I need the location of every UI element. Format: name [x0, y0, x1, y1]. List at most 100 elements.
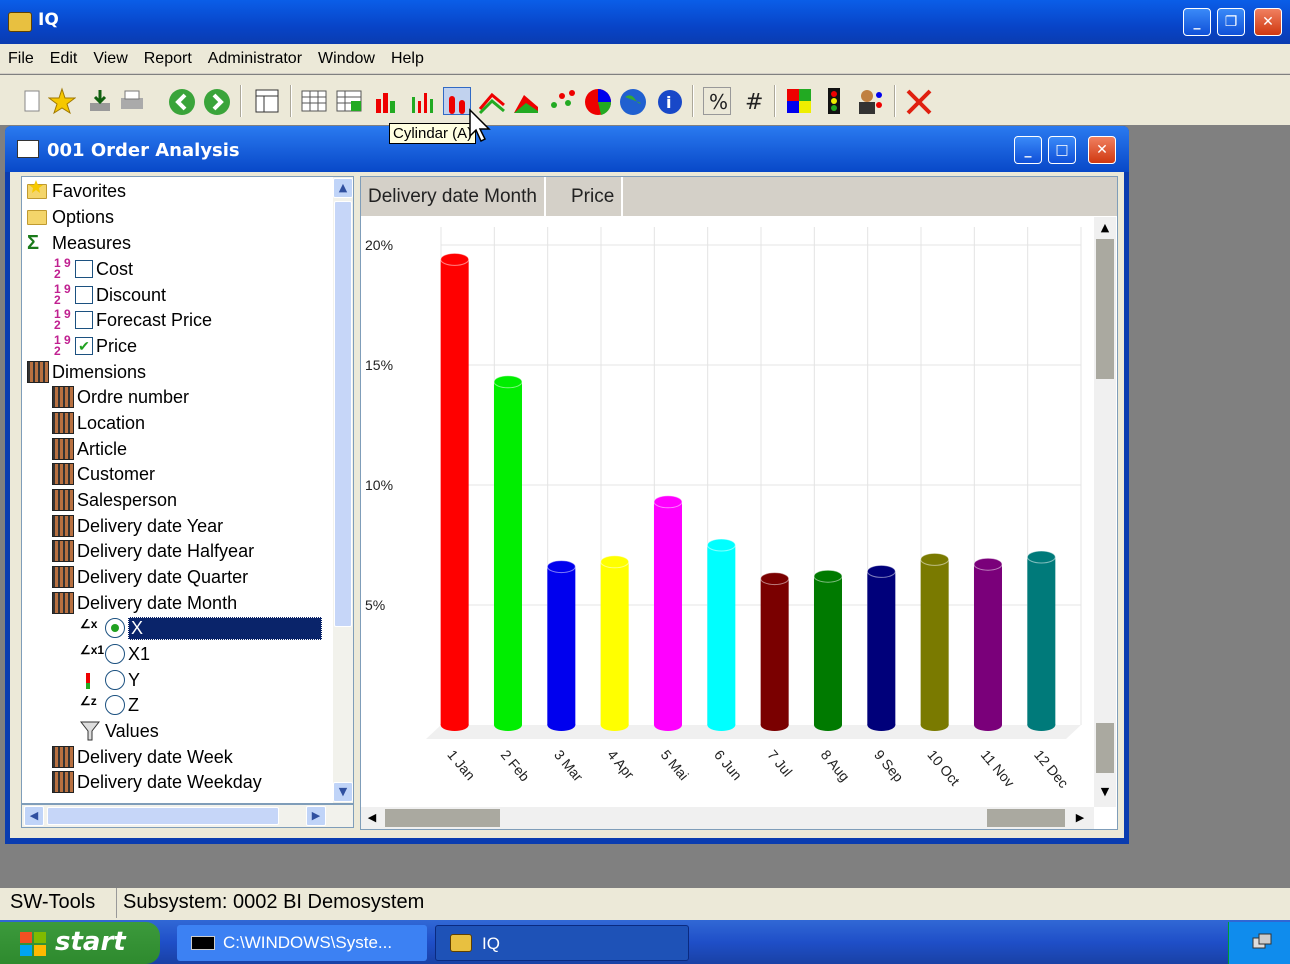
- forward-icon[interactable]: [202, 87, 230, 115]
- percent-icon[interactable]: %: [703, 87, 731, 115]
- menu-help[interactable]: Help: [383, 44, 432, 74]
- minimize-button[interactable]: _: [1183, 8, 1211, 36]
- axis-z-radio[interactable]: [105, 695, 125, 715]
- dimension-icon: [52, 489, 74, 511]
- traffic-light-icon[interactable]: [820, 87, 848, 115]
- scroll-left-button[interactable]: ◀: [24, 806, 44, 826]
- globe-icon[interactable]: [618, 87, 646, 115]
- delete-icon[interactable]: [904, 87, 932, 115]
- axis-label: X: [128, 616, 322, 640]
- dimension-tree[interactable]: Favorites Options Σ Measures 1 9 2 Cost 1 9…: [21, 176, 354, 804]
- dimension-item[interactable]: Article: [52, 437, 127, 461]
- y-tick-label: 5%: [365, 597, 385, 613]
- tree-scroll-thumb[interactable]: [334, 201, 352, 627]
- menu-administrator[interactable]: Administrator: [200, 44, 310, 74]
- area-chart-icon[interactable]: [512, 87, 540, 115]
- cylinder-bar-7: [760, 578, 789, 725]
- tree-hscroll-thumb[interactable]: [47, 807, 279, 825]
- chart-scroll-right-button[interactable]: ▶: [1071, 809, 1089, 827]
- tree-vertical-scrollbar[interactable]: ▲ ▼: [333, 177, 353, 803]
- dimension-item[interactable]: Delivery date Year: [52, 514, 223, 538]
- chart-scroll-left-button[interactable]: ◀: [363, 809, 381, 827]
- menu-edit[interactable]: Edit: [42, 44, 86, 74]
- tree-options[interactable]: Options: [27, 205, 114, 229]
- values-item[interactable]: Values: [79, 719, 159, 743]
- chart-scroll-down-button[interactable]: ▼: [1096, 783, 1114, 801]
- scroll-right-button[interactable]: ▶: [306, 806, 326, 826]
- cylinder-chart-icon[interactable]: [443, 87, 471, 115]
- info-icon[interactable]: i: [655, 87, 683, 115]
- new-icon[interactable]: [18, 87, 46, 115]
- dimension-item[interactable]: Ordre number: [52, 385, 189, 409]
- back-icon[interactable]: [167, 87, 195, 115]
- dimension-item[interactable]: Delivery date Halfyear: [52, 539, 254, 563]
- measure-discount[interactable]: 1 9 2 Discount: [54, 283, 166, 307]
- chart-vscroll-thumb[interactable]: [1096, 239, 1114, 379]
- print-icon[interactable]: [118, 87, 146, 115]
- pie-chart-icon[interactable]: [583, 87, 612, 115]
- axis-x-radio[interactable]: [105, 618, 125, 638]
- menu-report[interactable]: Report: [136, 44, 200, 74]
- download-icon[interactable]: [86, 87, 114, 115]
- network-icon[interactable]: [1251, 932, 1273, 954]
- forecast-price-checkbox[interactable]: [75, 311, 93, 329]
- axis-y-item[interactable]: Y: [80, 668, 140, 692]
- child-minimize-button[interactable]: _: [1014, 136, 1042, 164]
- tree-favorites[interactable]: Favorites: [27, 179, 126, 203]
- measure-cost[interactable]: 1 9 2 Cost: [54, 257, 133, 281]
- axis-z-item[interactable]: ∠z Z: [80, 693, 139, 717]
- favorites-star-icon[interactable]: [47, 87, 77, 115]
- hash-icon[interactable]: #: [738, 87, 766, 115]
- chart-vertical-scrollbar[interactable]: ▲ ▼: [1094, 217, 1116, 807]
- chart-scroll-up-button[interactable]: ▲: [1096, 219, 1114, 237]
- taskbar-cmd[interactable]: C:\WINDOWS\Syste...: [177, 925, 427, 961]
- measure-price[interactable]: 1 9 2 ✔ Price: [54, 334, 137, 358]
- x-tick-label: 2 Feb: [498, 747, 533, 785]
- header-delivery-date-month[interactable]: Delivery date Month: [361, 177, 546, 217]
- axis-label: X1: [128, 643, 151, 664]
- bar-chart-thin-icon[interactable]: [408, 87, 436, 115]
- scroll-up-button[interactable]: ▲: [333, 178, 353, 198]
- measure-forecast-price[interactable]: 1 9 2 Forecast Price: [54, 308, 212, 332]
- price-checkbox[interactable]: ✔: [75, 337, 93, 355]
- dimension-item[interactable]: Customer: [52, 462, 155, 486]
- child-maximize-button[interactable]: □: [1048, 136, 1076, 164]
- chart-hscroll-thumb[interactable]: [385, 809, 500, 827]
- table-add-icon[interactable]: [335, 87, 363, 115]
- header-price[interactable]: Price: [564, 177, 624, 217]
- start-button[interactable]: start: [0, 922, 160, 964]
- tree-measures[interactable]: Σ Measures: [27, 231, 131, 255]
- dimension-item[interactable]: Delivery date Weekday: [52, 770, 262, 794]
- axis-y-radio[interactable]: [105, 670, 125, 690]
- dimension-item[interactable]: Delivery date Month: [52, 591, 237, 615]
- restore-button[interactable]: ❐: [1217, 8, 1245, 36]
- tree-horizontal-scrollbar[interactable]: ◀ ▶: [21, 804, 354, 828]
- users-icon[interactable]: [855, 87, 883, 115]
- x-tick-label: 9 Sep: [871, 747, 907, 785]
- bar-chart-icon[interactable]: [372, 87, 400, 115]
- chart-horizontal-scrollbar[interactable]: ◀ ▶: [361, 807, 1094, 829]
- axis-x1-radio[interactable]: [105, 644, 125, 664]
- discount-checkbox[interactable]: [75, 286, 93, 304]
- close-button[interactable]: ✕: [1254, 8, 1282, 36]
- axis-x1-item[interactable]: ∠x1 X1: [80, 642, 150, 666]
- axis-x-item[interactable]: ∠x X: [80, 616, 322, 640]
- dimension-item[interactable]: Location: [52, 411, 145, 435]
- cylinder-bar-12: [1027, 557, 1056, 725]
- menu-view[interactable]: View: [85, 44, 135, 74]
- taskbar-iq[interactable]: IQ: [435, 925, 689, 961]
- menu-window[interactable]: Window: [310, 44, 383, 74]
- table-icon[interactable]: [300, 87, 328, 115]
- dimension-item[interactable]: Salesperson: [52, 488, 177, 512]
- dimension-item[interactable]: Delivery date Quarter: [52, 565, 248, 589]
- scroll-down-button[interactable]: ▼: [333, 782, 353, 802]
- cost-checkbox[interactable]: [75, 260, 93, 278]
- scatter-chart-icon[interactable]: [548, 87, 576, 115]
- tree-dimensions[interactable]: Dimensions: [27, 360, 146, 384]
- menu-file[interactable]: File: [0, 44, 42, 74]
- layout-icon[interactable]: [253, 87, 281, 115]
- cylinder-base-3: [547, 719, 576, 731]
- color-grid-icon[interactable]: [785, 87, 813, 115]
- child-close-button[interactable]: ✕: [1088, 136, 1116, 164]
- dimension-item[interactable]: Delivery date Week: [52, 745, 233, 769]
